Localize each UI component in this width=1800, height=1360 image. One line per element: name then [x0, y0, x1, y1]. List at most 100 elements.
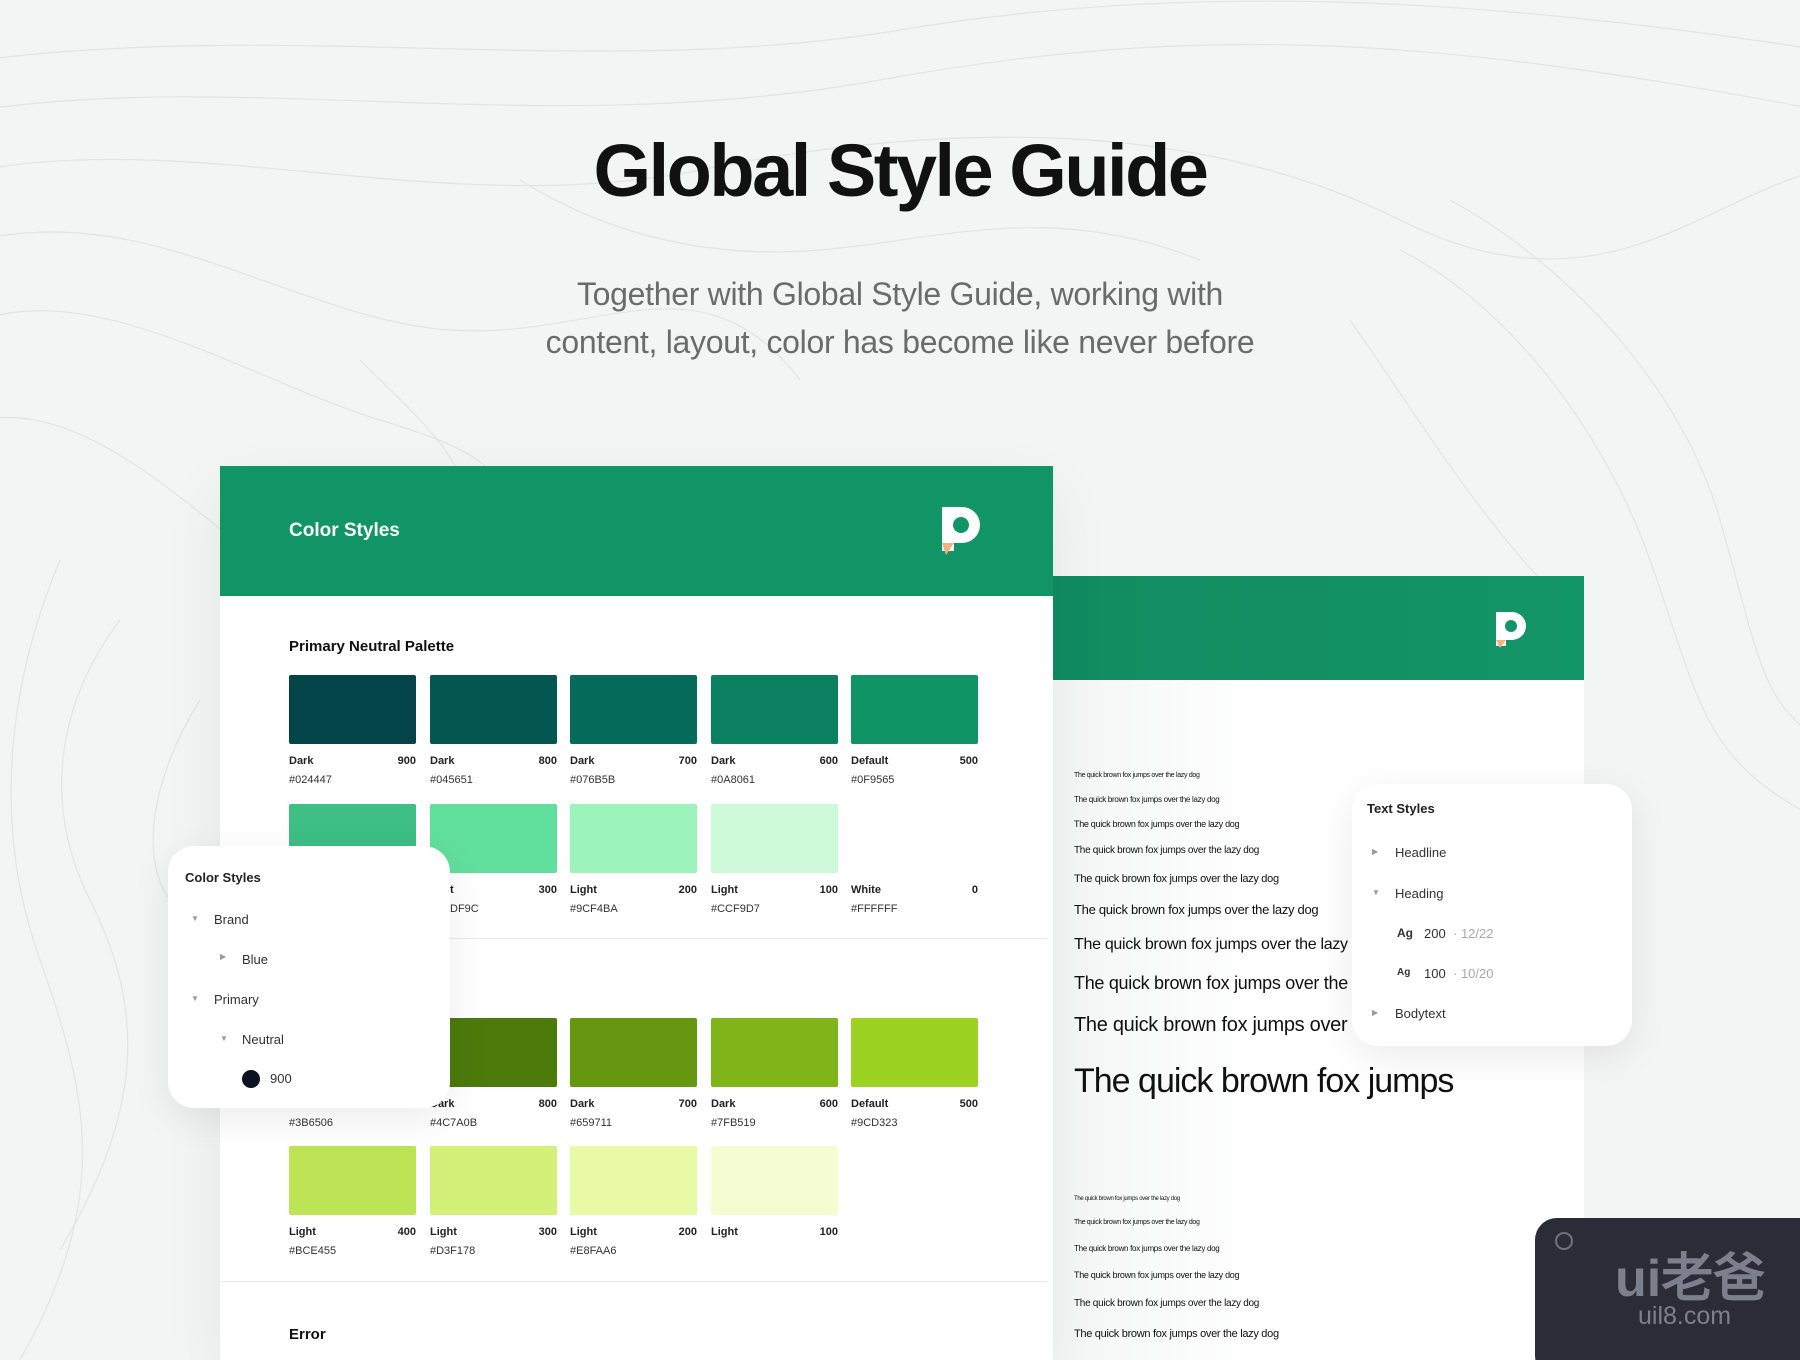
swatch-hex: #9CD323: [851, 1117, 898, 1129]
type-sample: The quick brown fox jumps over the lazy …: [1074, 795, 1220, 804]
panel-title: Text Styles: [1367, 801, 1435, 816]
tree-item-label: Headline: [1395, 845, 1447, 860]
swatch-hex: #0F9565: [851, 774, 895, 786]
ag-icon: Ag: [1397, 926, 1413, 940]
swatch-number: 300: [538, 884, 557, 896]
text-style-weight: 100: [1424, 966, 1446, 981]
color-swatch[interactable]: [570, 1018, 697, 1087]
swatch-name: Dark: [570, 1098, 595, 1110]
swatch-hex: #E8FAA6: [570, 1245, 617, 1257]
text-style-meta: · 10/20: [1453, 966, 1494, 981]
tree-item-label: Heading: [1395, 886, 1444, 901]
swatch-name: Dark: [570, 755, 595, 767]
color-swatch[interactable]: [711, 1018, 838, 1087]
swatch-name: Light: [289, 1226, 316, 1238]
swatch-name: Light: [711, 884, 738, 896]
color-swatch[interactable]: [289, 1146, 416, 1215]
tree-item-label: Primary: [214, 992, 259, 1007]
tree-item-label: 900: [270, 1071, 292, 1086]
type-sample: The quick brown fox jumps over the lazy …: [1074, 1219, 1200, 1226]
swatch-number: 800: [538, 755, 557, 767]
swatch-name: Default: [851, 755, 889, 767]
p-logo-icon: [1496, 612, 1526, 648]
color-swatch[interactable]: [570, 675, 697, 744]
tree-item-label: Bodytext: [1395, 1006, 1446, 1021]
swatch-number: 600: [819, 1098, 838, 1110]
swatch-hex: #024447: [289, 774, 332, 786]
color-swatch[interactable]: [851, 804, 978, 873]
chevron-right-icon: ▶: [220, 952, 227, 961]
swatch-hex: #D3F178: [430, 1245, 476, 1257]
swatch-number: 200: [678, 884, 697, 896]
swatch-name: Light: [570, 1226, 597, 1238]
tree-item-label: Brand: [214, 912, 249, 927]
swatch-name: White: [851, 884, 881, 896]
swatch-name: Dark: [289, 755, 314, 767]
swatch-hex: #3B6506: [289, 1117, 334, 1129]
swatch-hex: #076B5B: [570, 774, 616, 786]
swatch-name: Light: [570, 884, 597, 896]
color-styles-panel: Color Styles ▼ Brand ▶ Blue ▼ Primary ▼ …: [168, 846, 450, 1108]
type-sample: The quick brown fox jumps over the: [1074, 1014, 1380, 1036]
tree-item-label: Neutral: [242, 1032, 284, 1047]
text-styles-panel: Text Styles ▶ Headline ▼ Heading Ag 200 …: [1352, 784, 1632, 1046]
type-sample: The quick brown fox jumps over the lazy …: [1074, 1270, 1240, 1280]
swatch-name: Light: [711, 1226, 738, 1238]
color-swatch[interactable]: [711, 1146, 838, 1215]
type-sample: The quick brown fox jumps over the la: [1074, 973, 1367, 993]
swatch-hex: #4C7A0B: [430, 1117, 478, 1129]
swatch-number: 400: [397, 1226, 416, 1238]
chevron-down-icon: ▼: [191, 994, 199, 1003]
type-sample: The quick brown fox jumps over the lazy …: [1074, 936, 1361, 953]
type-sample: The quick brown fox jumps over the lazy …: [1074, 819, 1240, 829]
color-swatch[interactable]: [430, 675, 557, 744]
text-card-header: [1053, 576, 1584, 680]
color-swatch[interactable]: [430, 1146, 557, 1215]
color-swatch[interactable]: [851, 675, 978, 744]
section-divider: [220, 1281, 1047, 1282]
type-sample: The quick brown fox jumps over the lazy …: [1074, 1244, 1220, 1253]
type-sample: The quick brown fox jumps over the lazy …: [1074, 772, 1200, 779]
color-swatch[interactable]: [570, 804, 697, 873]
swatch-hex: #045651: [430, 774, 473, 786]
watermark-logo-text: ui老爸: [1615, 1250, 1766, 1308]
swatch-hex: #CCF9D7: [711, 903, 760, 915]
swatch-hex: #BCE455: [289, 1245, 337, 1257]
type-sample: The quick brown fox jumps over the lazy …: [1074, 1298, 1259, 1309]
color-swatch[interactable]: [711, 804, 838, 873]
color-swatch[interactable]: [289, 675, 416, 744]
swatch-hex: #FFFFFF: [851, 903, 898, 915]
color-card-header: Color Styles: [220, 466, 1053, 596]
circle-icon: [1555, 1232, 1573, 1250]
watermark-badge: ui老爸 uil8.com: [1535, 1218, 1800, 1360]
swatch-name: Dark: [430, 755, 455, 767]
type-sample: The quick brown fox jumps over the lazy …: [1074, 1196, 1180, 1202]
swatch-number: 700: [678, 755, 697, 767]
swatch-number: 900: [397, 755, 416, 767]
swatch-hex: #7FB519: [711, 1117, 756, 1129]
type-sample: The quick brown fox jumps over the lazy …: [1074, 845, 1259, 856]
tree-item-label: Blue: [242, 952, 269, 967]
chevron-down-icon: ▼: [220, 1034, 228, 1043]
type-sample: The quick brown fox jumps over the lazy …: [1074, 902, 1319, 917]
swatch-hex: #0A8061: [711, 774, 756, 786]
swatch-number: 300: [538, 1226, 557, 1238]
color-swatch[interactable]: [430, 804, 557, 873]
color-swatch[interactable]: [711, 675, 838, 744]
swatch-number: 0: [971, 884, 978, 896]
watermark-url: uil8.com: [1638, 1302, 1732, 1330]
subtitle-line-2: content, layout, color has become like n…: [545, 324, 1255, 360]
section-title-error: Error: [289, 1326, 326, 1343]
chevron-down-icon: ▼: [1372, 888, 1380, 897]
swatch-number: 100: [819, 1226, 838, 1238]
color-swatch[interactable]: [570, 1146, 697, 1215]
swatch-number: 100: [819, 884, 838, 896]
swatch-hex: DF9C: [450, 903, 479, 915]
color-swatch[interactable]: [851, 1018, 978, 1087]
swatch-hex: #659711: [570, 1117, 613, 1129]
swatch-name: Dark: [711, 755, 736, 767]
swatch-hex: #9CF4BA: [570, 903, 618, 915]
text-style-meta: · 12/22: [1453, 926, 1494, 941]
page-subtitle: Together with Global Style Guide, workin…: [500, 270, 1300, 366]
page-title: Global Style Guide: [593, 129, 1209, 212]
